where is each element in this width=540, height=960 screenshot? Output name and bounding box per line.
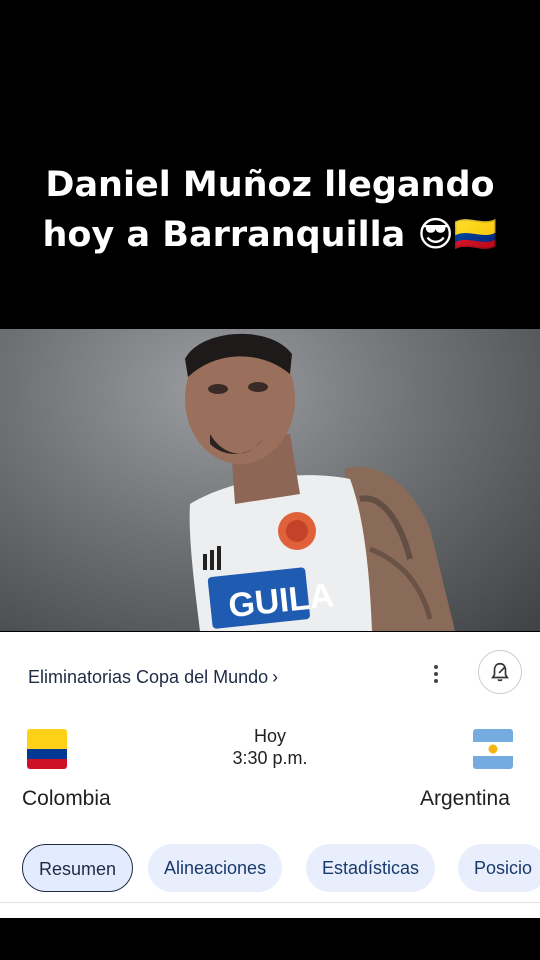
tab-alineaciones[interactable]: Alineaciones: [148, 844, 283, 892]
argentina-flag: [473, 729, 513, 769]
tab-resumen[interactable]: Resumen: [22, 844, 134, 892]
player-photo: GUILA: [185, 333, 455, 631]
caption-line-2: hoy a Barranquilla 😎🇨🇴: [42, 215, 498, 255]
tab-posiciones[interactable]: Posicio: [458, 844, 540, 892]
tab-estadisticas[interactable]: Estadísticas: [306, 844, 436, 892]
chevron-right-icon: ›: [272, 667, 279, 687]
more-vert-icon[interactable]: [424, 660, 448, 688]
match-day: Hoy: [253, 726, 286, 746]
bell-edit-icon: [491, 662, 509, 682]
away-team-name[interactable]: Argentina: [420, 787, 510, 811]
video-caption: Daniel Muñoz llegando hoy a Barranquilla…: [0, 160, 540, 260]
colombia-flag: [27, 729, 67, 769]
match-tabs: Resumen Alineaciones Estadísticas Posici…: [0, 842, 540, 894]
notification-button[interactable]: [478, 650, 522, 694]
caption-line-1: Daniel Muñoz llegando: [45, 165, 495, 205]
match-hour: 3:30 p.m.: [232, 748, 308, 768]
video-frame[interactable]: GUILA: [0, 329, 540, 631]
competition-label: Eliminatorias Copa del Mundo: [28, 667, 269, 687]
home-team-name[interactable]: Colombia: [22, 787, 111, 811]
divider: [0, 902, 540, 903]
match-time: Hoy 3:30 p.m.: [200, 725, 340, 769]
competition-link[interactable]: Eliminatorias Copa del Mundo ›: [28, 667, 278, 688]
